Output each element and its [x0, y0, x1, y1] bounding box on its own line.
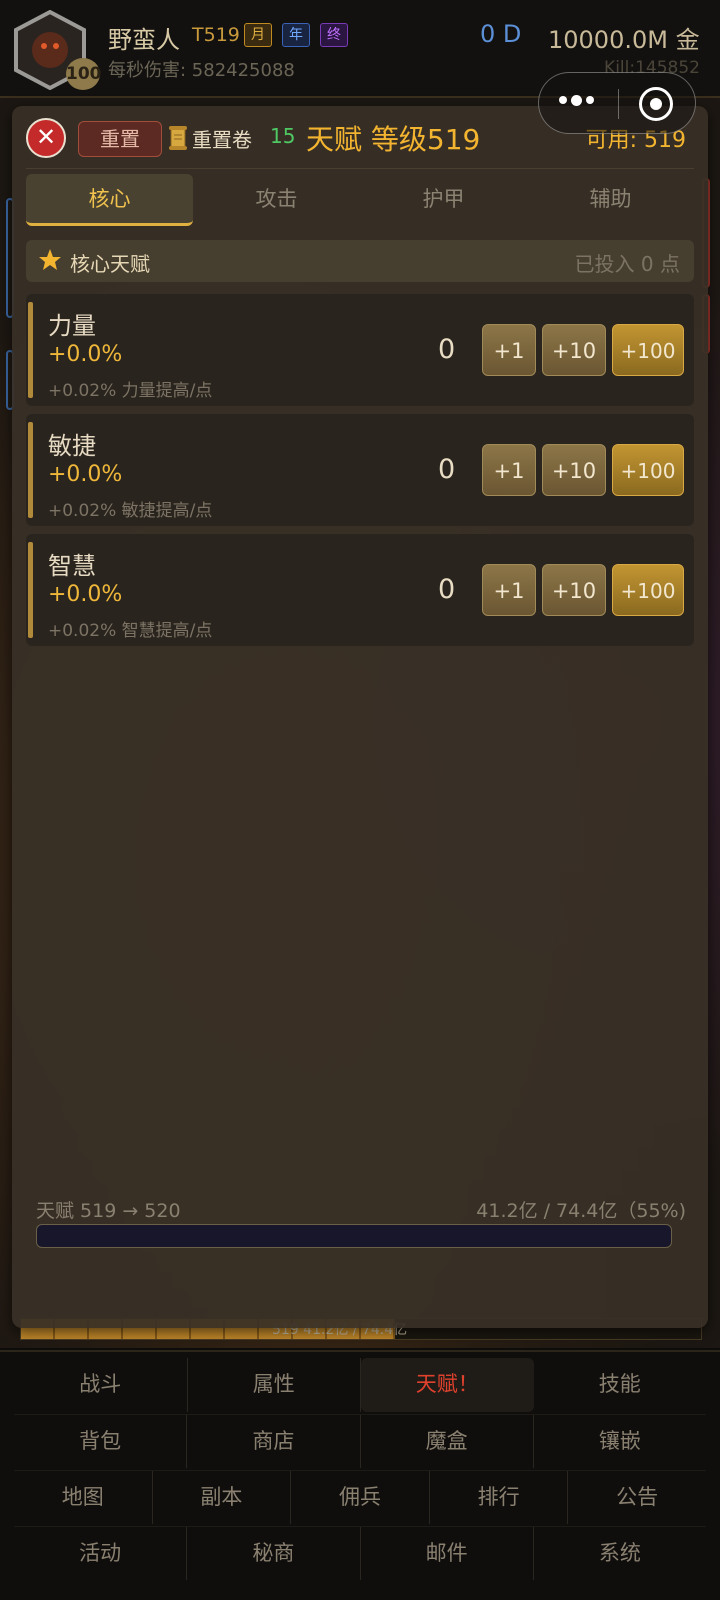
- dps-label: 每秒伤害: 582425088: [108, 60, 295, 81]
- section-title: 核心天赋: [70, 252, 150, 276]
- stat-description: +0.02% 智慧提高/点: [48, 621, 213, 641]
- divider: [26, 168, 694, 169]
- stat-card-wisdom: 智慧 +0.0% +0.02% 智慧提高/点 0 +1 +10 +100: [26, 534, 694, 646]
- stat-name: 敏捷: [48, 432, 96, 460]
- stat-accent-bar: [28, 302, 33, 398]
- mini-program-capsule: [538, 72, 696, 134]
- add-1-button[interactable]: +1: [482, 564, 536, 616]
- nav-announcement[interactable]: 公告: [568, 1471, 706, 1524]
- tab-core[interactable]: 核心: [26, 174, 193, 226]
- section-header: 核心天赋 已投入 0 点: [26, 240, 694, 282]
- bottom-navigation: 战斗 属性 天赋！ 技能 背包 商店 魔盒 镶嵌 地图 副本 佣兵 排行 公告 …: [0, 1350, 720, 1600]
- talent-level-progress: 天赋 519 → 520: [36, 1200, 181, 1222]
- nav-dungeon[interactable]: 副本: [153, 1471, 292, 1524]
- year-badge: 年: [282, 23, 310, 47]
- player-tier: T519: [192, 24, 240, 46]
- player-name: 野蛮人: [108, 26, 180, 54]
- tab-support[interactable]: 辅助: [527, 174, 694, 226]
- add-1-button[interactable]: +1: [482, 324, 536, 376]
- nav-system[interactable]: 系统: [534, 1527, 706, 1580]
- nav-inlay[interactable]: 镶嵌: [534, 1415, 706, 1468]
- stat-card-strength: 力量 +0.0% +0.02% 力量提高/点 0 +1 +10 +100: [26, 294, 694, 406]
- scroll-icon: [169, 126, 187, 150]
- add-10-button[interactable]: +10: [542, 444, 606, 496]
- add-100-button[interactable]: +100: [612, 444, 684, 496]
- nav-secret-merchant[interactable]: 秘商: [187, 1527, 361, 1580]
- stat-points: 0: [438, 454, 456, 485]
- end-badge: 终: [320, 23, 348, 47]
- nav-map[interactable]: 地图: [14, 1471, 153, 1524]
- currency-d: 0 D: [480, 20, 522, 48]
- stat-name: 智慧: [48, 552, 96, 580]
- stat-description: +0.02% 敏捷提高/点: [48, 501, 213, 521]
- nav-backpack[interactable]: 背包: [14, 1415, 188, 1468]
- close-icon: ✕: [35, 123, 57, 151]
- stat-card-agility: 敏捷 +0.0% +0.02% 敏捷提高/点 0 +1 +10 +100: [26, 414, 694, 526]
- stat-description: +0.02% 力量提高/点: [48, 381, 213, 401]
- nav-magic-box[interactable]: 魔盒: [361, 1415, 534, 1468]
- talent-xp-bar: [36, 1224, 672, 1248]
- add-1-button[interactable]: +1: [482, 444, 536, 496]
- nav-battle[interactable]: 战斗: [14, 1358, 188, 1412]
- nav-row: 背包 商店 魔盒 镶嵌: [14, 1414, 706, 1468]
- nav-row: 活动 秘商 邮件 系统: [14, 1526, 706, 1580]
- add-100-button[interactable]: +100: [612, 324, 684, 376]
- close-button[interactable]: ✕: [26, 118, 66, 158]
- stat-accent-bar: [28, 542, 33, 638]
- nav-events[interactable]: 活动: [14, 1527, 188, 1580]
- reset-scroll-label: 重置卷: [192, 128, 252, 152]
- nav-ranking[interactable]: 排行: [430, 1471, 569, 1524]
- capsule-divider: [618, 89, 619, 119]
- reset-scroll-count: 15: [270, 124, 296, 148]
- nav-attributes[interactable]: 属性: [188, 1358, 361, 1412]
- more-dots-icon[interactable]: [559, 94, 594, 106]
- nav-talent[interactable]: 天赋！: [361, 1358, 534, 1412]
- stat-bonus: +0.0%: [48, 582, 123, 607]
- talent-tabs: 核心 攻击 护甲 辅助: [26, 174, 694, 226]
- star-icon: [39, 249, 61, 270]
- add-10-button[interactable]: +10: [542, 324, 606, 376]
- nav-mercenary[interactable]: 佣兵: [291, 1471, 430, 1524]
- talent-xp-progress: 41.2亿 / 74.4亿（55%): [476, 1200, 686, 1222]
- target-icon[interactable]: [639, 87, 673, 121]
- invested-points: 已投入 0 点: [574, 252, 680, 276]
- nav-row: 地图 副本 佣兵 排行 公告: [14, 1470, 706, 1524]
- nav-shop[interactable]: 商店: [187, 1415, 361, 1468]
- stat-bonus: +0.0%: [48, 462, 123, 487]
- add-10-button[interactable]: +10: [542, 564, 606, 616]
- tab-armor[interactable]: 护甲: [360, 174, 527, 226]
- nav-skills[interactable]: 技能: [534, 1358, 707, 1412]
- nav-row: 战斗 属性 天赋！ 技能: [14, 1358, 706, 1412]
- avatar-level-badge: 100: [66, 58, 102, 90]
- gold-amount: 10000.0M 金: [548, 26, 700, 54]
- add-100-button[interactable]: +100: [612, 564, 684, 616]
- stat-bonus: +0.0%: [48, 342, 123, 367]
- stat-name: 力量: [48, 312, 96, 340]
- reset-button[interactable]: 重置: [78, 121, 162, 157]
- talent-panel: ✕ 重置 重置卷 15 天赋 等级519 可用: 519 核心 攻击 护甲 辅助…: [12, 106, 708, 1328]
- tab-attack[interactable]: 攻击: [193, 174, 360, 226]
- talent-title: 天赋 等级519: [306, 123, 481, 156]
- nav-mail[interactable]: 邮件: [361, 1527, 534, 1580]
- month-badge: 月: [244, 23, 272, 47]
- stat-points: 0: [438, 574, 456, 605]
- stat-accent-bar: [28, 422, 33, 518]
- stat-points: 0: [438, 334, 456, 365]
